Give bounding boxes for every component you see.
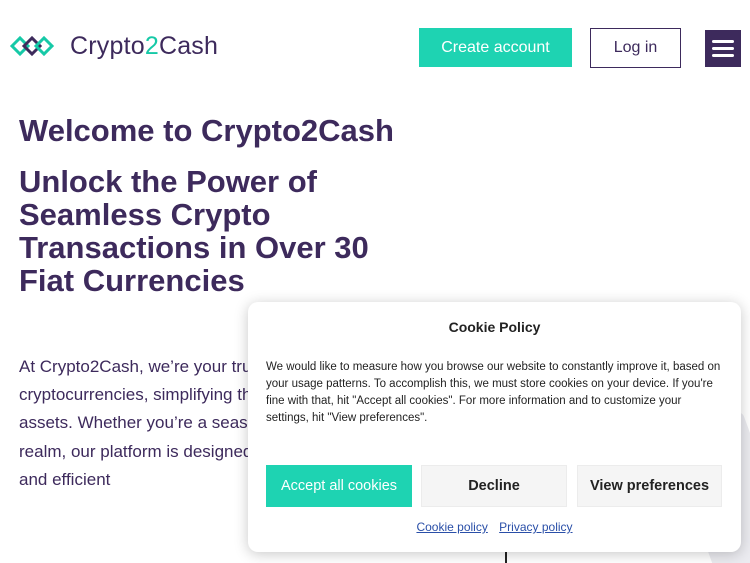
view-preferences-button[interactable]: View preferences — [577, 465, 722, 507]
site-header: Crypto2Cash Create account Log in — [0, 0, 750, 95]
cookie-banner-text: We would like to measure how you browse … — [266, 361, 721, 424]
cookie-policy-link[interactable]: Cookie policy — [416, 520, 487, 534]
logo[interactable]: Crypto2Cash — [10, 30, 218, 62]
welcome-heading: Welcome to Crypto2Cash — [19, 113, 394, 148]
hero-headline: Unlock the Power of Seamless Crypto Tran… — [19, 164, 369, 298]
hamburger-menu-icon[interactable] — [705, 30, 741, 67]
privacy-policy-link[interactable]: Privacy policy — [499, 520, 572, 534]
menu-bar — [712, 47, 734, 50]
menu-bar — [712, 54, 734, 57]
decline-cookies-button[interactable]: Decline — [421, 465, 567, 507]
cookie-banner-title: Cookie Policy — [448, 319, 541, 335]
logo-icon — [10, 35, 55, 57]
cookie-links: Cookie policy Privacy policy — [248, 520, 741, 534]
login-button[interactable]: Log in — [590, 28, 681, 68]
cookie-banner: Cookie Policy We would like to measure h… — [248, 302, 741, 552]
menu-bar — [712, 40, 734, 43]
create-account-button[interactable]: Create account — [419, 28, 572, 67]
accept-all-cookies-button[interactable]: Accept all cookies — [266, 465, 412, 507]
logo-text: Crypto2Cash — [70, 31, 219, 60]
